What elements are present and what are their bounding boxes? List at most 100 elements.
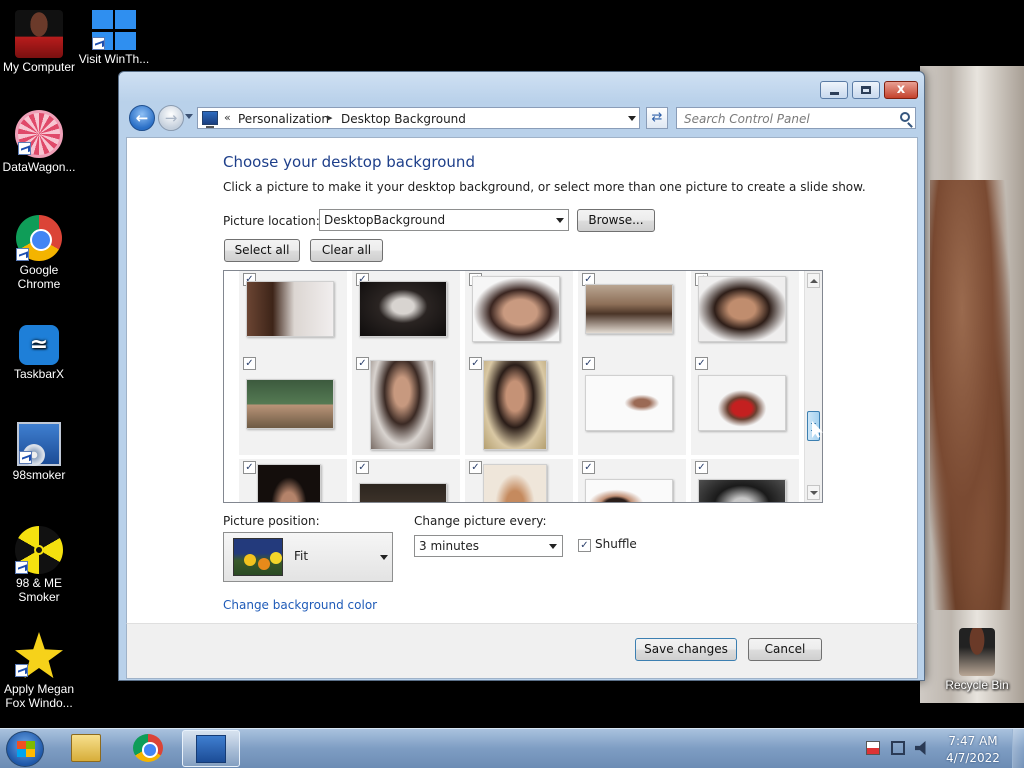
browse-button[interactable]: Browse... <box>577 209 655 232</box>
desktop-icon-label: Google Chrome <box>17 263 61 291</box>
address-dropdown-icon[interactable] <box>628 116 636 121</box>
picture-checkbox[interactable]: ✓ <box>695 357 708 370</box>
radiation-icon <box>15 526 63 574</box>
desktop-icon-label: Visit WinTh... <box>78 52 150 66</box>
volume-icon[interactable] <box>915 741 926 755</box>
picture-item[interactable]: ✓ <box>352 459 460 502</box>
select-all-button[interactable]: Select all <box>224 239 300 262</box>
picture-item[interactable]: ✓ <box>352 355 460 455</box>
recent-pages-dropdown[interactable] <box>185 114 193 119</box>
breadcrumb-desktop-background[interactable]: Desktop Background <box>341 112 466 126</box>
close-button[interactable]: x <box>884 81 918 99</box>
refresh-button[interactable]: ⇄ <box>646 107 668 129</box>
chrome-icon <box>16 215 62 261</box>
picture-thumbnail <box>359 483 447 502</box>
picture-checkbox[interactable]: ✓ <box>356 461 369 474</box>
search-input[interactable]: Search Control Panel <box>676 107 916 129</box>
instruction-text: Click a picture to make it your desktop … <box>223 180 866 194</box>
picture-thumbnail <box>698 375 786 431</box>
chevron-down-icon <box>380 555 388 560</box>
desktop-icon-label: My Computer <box>2 60 76 74</box>
vertical-scrollbar[interactable] <box>804 271 822 502</box>
picture-checkbox[interactable]: ✓ <box>582 461 595 474</box>
picture-item[interactable]: ✓ <box>239 355 347 455</box>
picture-item[interactable]: ✓ <box>578 355 686 455</box>
start-button[interactable] <box>6 731 44 767</box>
desktop-icon-98-me-smoker[interactable]: 98 & ME Smoker <box>0 526 78 604</box>
clear-all-button[interactable]: Clear all <box>310 239 383 262</box>
forward-button[interactable] <box>158 105 184 131</box>
picture-item[interactable]: ✓ <box>465 355 573 455</box>
picture-thumbnail <box>246 379 334 429</box>
show-desktop-button[interactable] <box>1012 729 1024 768</box>
shortcut-arrow-icon <box>15 561 28 574</box>
scroll-up-button[interactable] <box>807 273 820 288</box>
picture-item[interactable]: ✓ <box>691 355 799 455</box>
taskbar-chrome-button[interactable] <box>120 730 178 767</box>
picture-location-value: DesktopBackground <box>324 213 446 227</box>
taskbar: 7:47 AM 4/7/2022 <box>0 728 1024 768</box>
desktop-icon-98smoker[interactable]: 98smoker <box>0 422 78 482</box>
control-panel-icon <box>202 111 218 128</box>
save-changes-button[interactable]: Save changes <box>635 638 737 661</box>
desktop-icon-google-chrome[interactable]: Google Chrome <box>0 215 78 291</box>
desktop-icon-my-computer[interactable]: My Computer <box>0 10 78 74</box>
desktop-icon-taskbarx[interactable]: ≃ TaskbarX <box>0 325 78 381</box>
search-icon[interactable] <box>900 112 910 122</box>
desktop-icon-recycle-bin[interactable]: Recycle Bin <box>940 628 1014 692</box>
picture-checkbox[interactable]: ✓ <box>243 357 256 370</box>
scroll-down-button[interactable] <box>807 485 820 500</box>
picture-checkbox[interactable]: ✓ <box>243 461 256 474</box>
windows-logo-icon <box>92 10 136 50</box>
picture-item[interactable]: ✓ <box>578 459 686 502</box>
desktop-icon-label: Recycle Bin <box>945 678 1009 692</box>
picture-thumbnail <box>472 276 560 342</box>
change-background-color-link[interactable]: Change background color <box>223 598 377 612</box>
breadcrumb-personalization[interactable]: Personalization <box>238 112 329 126</box>
desktop-icon-visit-winth[interactable]: Visit WinTh... <box>78 10 150 66</box>
desktop-icon-datawagon[interactable]: DataWagon... <box>0 110 78 174</box>
breadcrumb-separator-icon[interactable]: ▸ <box>327 111 333 124</box>
installer-icon <box>17 422 61 466</box>
picture-checkbox[interactable]: ✓ <box>469 357 482 370</box>
shuffle-checkbox[interactable]: ✓ <box>578 539 591 552</box>
maximize-icon <box>861 86 871 94</box>
page-title: Choose your desktop background <box>223 153 475 171</box>
back-button[interactable] <box>129 105 155 131</box>
breadcrumb-overflow-icon[interactable]: « <box>224 111 231 124</box>
picture-checkbox[interactable]: ✓ <box>356 357 369 370</box>
cancel-button[interactable]: Cancel <box>748 638 822 661</box>
picture-thumbnail <box>370 360 434 450</box>
picture-checkbox[interactable]: ✓ <box>469 461 482 474</box>
photo-icon <box>15 10 63 58</box>
picture-item[interactable]: ✓ <box>465 459 573 502</box>
picture-item[interactable]: ✓ <box>691 459 799 502</box>
picture-thumbnail <box>585 479 673 502</box>
clock-time[interactable]: 7:47 AM <box>940 734 1006 748</box>
desktop-icon-label: 98smoker <box>12 468 66 482</box>
picture-position-label: Picture position: <box>223 514 320 528</box>
picture-checkbox[interactable]: ✓ <box>695 461 708 474</box>
address-bar[interactable]: « Personalization ▸ Desktop Background <box>197 107 640 129</box>
taskbar-explorer-button[interactable] <box>58 730 116 767</box>
shuffle-label[interactable]: Shuffle <box>595 537 637 551</box>
picture-grid: ✓ ✓ ✓ ✓ ✓ ✓ ✓ ✓ ✓ ✓ ✓ ✓ ✓ <box>223 270 823 503</box>
network-icon[interactable] <box>891 741 905 755</box>
change-picture-select[interactable]: 3 minutes <box>414 535 563 557</box>
picture-location-select[interactable]: DesktopBackground <box>319 209 569 231</box>
minimize-button[interactable] <box>820 81 848 99</box>
shortcut-arrow-icon <box>16 248 29 261</box>
desktop-icon-label: TaskbarX <box>13 367 65 381</box>
desktop-icon-apply-megan-fox[interactable]: Apply Megan Fox Windo... <box>0 632 78 710</box>
shortcut-arrow-icon <box>18 142 31 155</box>
picture-position-select[interactable]: Fit <box>223 532 393 582</box>
button-bar: Save changes Cancel <box>126 623 918 679</box>
picture-checkbox[interactable]: ✓ <box>582 357 595 370</box>
taskbar-control-panel-button[interactable] <box>182 730 240 767</box>
window-titlebar[interactable]: x <box>119 72 924 102</box>
maximize-button[interactable] <box>852 81 880 99</box>
clock-date[interactable]: 4/7/2022 <box>940 751 1006 765</box>
action-center-icon[interactable] <box>866 741 880 755</box>
picture-item[interactable]: ✓ <box>239 459 347 502</box>
control-panel-icon <box>196 735 226 763</box>
